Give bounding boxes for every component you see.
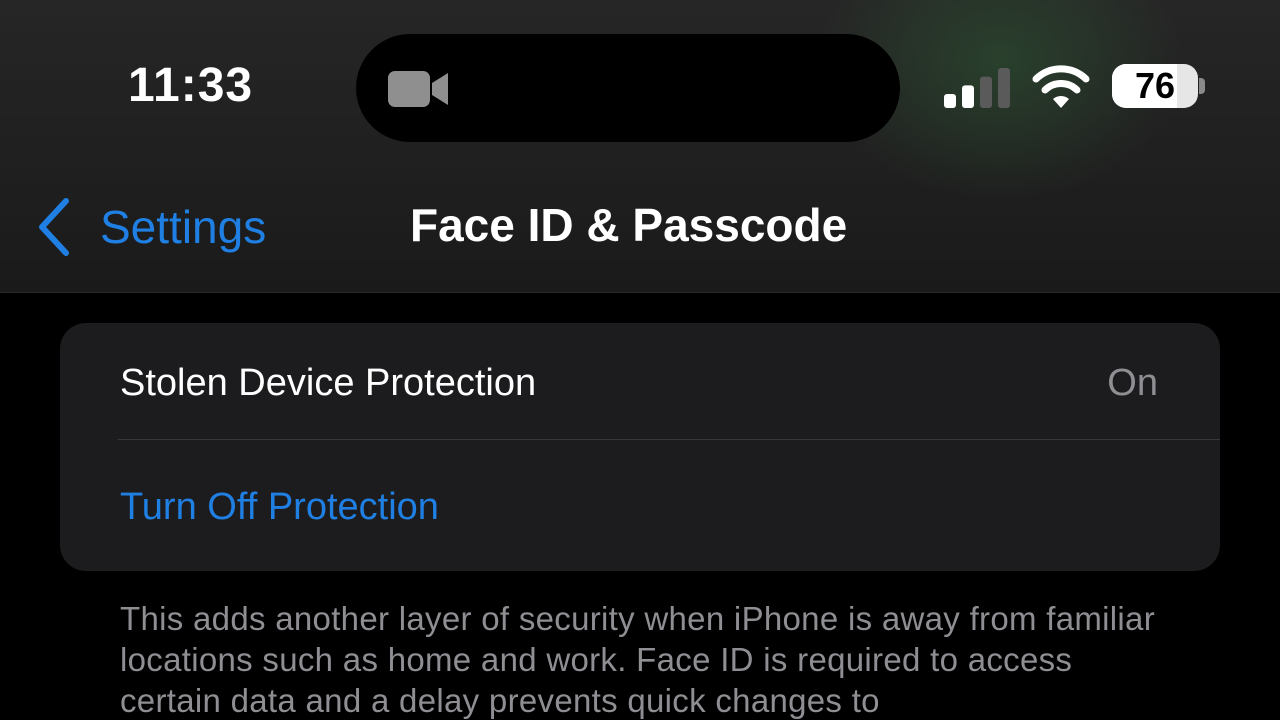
status-time: 11:33 bbox=[128, 59, 254, 112]
cellular-signal-icon bbox=[944, 68, 1010, 108]
dynamic-island bbox=[356, 34, 900, 142]
signal-bar bbox=[998, 68, 1010, 108]
face-id-passcode-screen: 11:33 76 Settings Face ID & Passcode Sto… bbox=[0, 0, 1280, 720]
signal-bar bbox=[962, 85, 974, 108]
stolen-device-protection-group: Stolen Device Protection On Turn Off Pro… bbox=[60, 323, 1220, 571]
battery-level: 76 bbox=[1134, 65, 1176, 106]
turn-off-protection-button[interactable]: Turn Off Protection bbox=[60, 447, 1220, 571]
wifi-icon bbox=[1032, 65, 1090, 108]
stolen-device-protection-description: This adds another layer of security when… bbox=[120, 600, 1155, 719]
back-button-label: Settings bbox=[100, 201, 267, 253]
turn-off-protection-label: Turn Off Protection bbox=[120, 486, 439, 528]
stolen-device-protection-row[interactable]: Stolen Device Protection On bbox=[60, 323, 1220, 447]
stolen-device-protection-label: Stolen Device Protection bbox=[120, 362, 537, 404]
header-area: 11:33 76 Settings Face ID & Passcode bbox=[0, 0, 1280, 293]
signal-bar bbox=[944, 94, 956, 108]
page-title: Face ID & Passcode bbox=[410, 199, 848, 251]
signal-bar bbox=[980, 76, 992, 108]
chevron-left-icon bbox=[39, 198, 69, 256]
video-camera-icon bbox=[388, 71, 448, 107]
row-divider bbox=[118, 439, 1220, 440]
back-button[interactable]: Settings bbox=[36, 192, 266, 262]
battery-cap bbox=[1199, 78, 1205, 94]
battery-icon: 76 bbox=[1112, 64, 1198, 108]
stolen-device-protection-status: On bbox=[1107, 362, 1158, 404]
